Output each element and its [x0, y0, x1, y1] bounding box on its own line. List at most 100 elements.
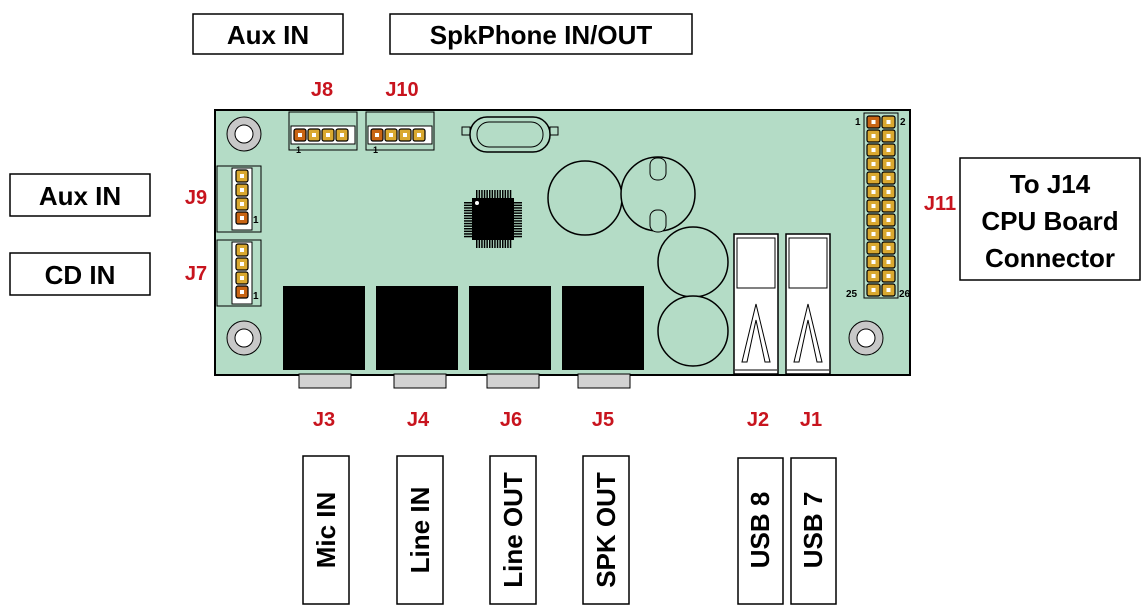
- ic-lead-left: [464, 217, 472, 220]
- usb-j1: [785, 233, 831, 375]
- j8-pin-center: [298, 133, 302, 137]
- ic-lead-top: [504, 190, 507, 198]
- j11-pin-center: [886, 260, 891, 264]
- ic-lead-top: [478, 190, 481, 198]
- label-j3: J3: [313, 409, 335, 431]
- ic-lead-bottom: [504, 240, 507, 248]
- j7-pin1-label: 1: [253, 291, 259, 302]
- j7-pin-center: [240, 248, 244, 252]
- ic-lead-right: [514, 207, 522, 209]
- j11-pin-center: [871, 260, 876, 264]
- j7-pin-center: [240, 262, 244, 266]
- ic-lead-left: [464, 204, 472, 207]
- right-label-line-3: Connector: [985, 243, 1115, 273]
- ic-lead-right: [514, 233, 522, 235]
- ic-lead-top: [507, 190, 509, 198]
- bottom-label-usb-8: USB 8: [737, 457, 784, 605]
- j11-pin-center: [886, 176, 891, 180]
- bottom-label-spk-out: SPK OUT: [582, 455, 630, 605]
- ic-lead-bottom: [502, 240, 504, 248]
- ic-chip: [464, 190, 522, 248]
- ic-lead-right: [514, 230, 522, 233]
- j8-pin-center: [326, 133, 330, 137]
- ic-lead-left: [464, 233, 472, 235]
- top-label-aux-in-text: Aux IN: [227, 20, 309, 50]
- connector-j10: 1: [365, 111, 435, 155]
- label-j10: J10: [385, 79, 418, 101]
- ic-lead-bottom: [507, 240, 509, 248]
- crystal-oscillator: [461, 116, 559, 153]
- left-label-cd-in-text: CD IN: [45, 260, 116, 290]
- j11-pin-center: [871, 204, 876, 208]
- j9-pin-center: [240, 174, 244, 178]
- j8-pin-center: [340, 133, 344, 137]
- ic-lead-top: [502, 190, 504, 198]
- bottom-label-usb-7-text: USB 7: [798, 492, 828, 569]
- ic-lead-left: [464, 220, 472, 222]
- j11-pin-center: [886, 246, 891, 250]
- ic-lead-right: [514, 212, 522, 214]
- label-j6: J6: [500, 409, 522, 431]
- ic-lead-right: [514, 215, 522, 217]
- ic-lead-right: [514, 217, 522, 220]
- j11-pin1-label: 1: [855, 117, 861, 128]
- j11-pin25-label: 25: [846, 289, 858, 300]
- connector-j9: 1: [216, 165, 262, 233]
- ic-lead-bottom: [476, 240, 478, 248]
- top-label-spkphone-text: SpkPhone IN/OUT: [430, 20, 653, 50]
- label-j9: J9: [185, 187, 207, 209]
- bottom-label-line-out-text: Line OUT: [498, 472, 528, 588]
- label-j2: J2: [747, 409, 769, 431]
- j8-pin1-label: 1: [296, 145, 301, 155]
- j10-pin-center: [403, 133, 407, 137]
- ic-lead-left: [464, 228, 472, 230]
- bottom-label-mic-in: Mic IN: [302, 455, 350, 605]
- usb-j2: [733, 233, 779, 375]
- j11-pin-center: [871, 176, 876, 180]
- capacitor-2: [620, 156, 696, 233]
- ic-lead-bottom: [491, 240, 494, 248]
- ic-lead-top: [476, 190, 478, 198]
- ic-lead-right: [514, 202, 522, 204]
- bottom-label-line-in-text: Line IN: [405, 487, 435, 574]
- j7-pin-center: [240, 276, 244, 280]
- capacitor-4: [657, 295, 729, 367]
- mount-hole-top-left: [226, 116, 262, 152]
- right-label-line-1: To J14: [1010, 169, 1091, 199]
- j11-pin-center: [886, 120, 891, 124]
- j11-pin-center: [886, 218, 891, 222]
- bottom-label-usb-7: USB 7: [790, 457, 837, 605]
- bottom-label-line-in: Line IN: [396, 455, 444, 605]
- mount-hole-bottom-right: [848, 320, 884, 356]
- left-label-aux-in-text: Aux IN: [39, 181, 121, 211]
- j10-pin-center: [375, 133, 379, 137]
- ic-lead-top: [509, 190, 512, 198]
- ic-lead-bottom: [478, 240, 481, 248]
- j10-pin-center: [417, 133, 421, 137]
- j11-pin-center: [886, 288, 891, 292]
- ic-lead-right: [514, 222, 522, 225]
- right-label-cpu-connector: To J14 CPU Board Connector: [959, 157, 1141, 281]
- j11-pin-center: [886, 232, 891, 236]
- j9-pin-center: [240, 188, 244, 192]
- j11-pin-center: [886, 190, 891, 194]
- ic-lead-right: [514, 220, 522, 222]
- j9-pin-center: [240, 216, 244, 220]
- j11-pin2-label: 2: [900, 117, 906, 128]
- capacitor-1: [547, 160, 623, 236]
- label-j4: J4: [407, 409, 430, 431]
- top-label-spkphone: SpkPhone IN/OUT: [389, 13, 693, 55]
- ic-lead-bottom: [496, 240, 499, 248]
- j7-pin-center: [240, 290, 244, 294]
- ic-lead-left: [464, 230, 472, 233]
- ic-lead-bottom: [509, 240, 512, 248]
- ic-lead-bottom: [483, 240, 486, 248]
- ic-lead-left: [464, 225, 472, 227]
- ic-lead-top: [491, 190, 494, 198]
- ic-lead-right: [514, 204, 522, 207]
- capacitor-3: [657, 226, 729, 298]
- ic-lead-bottom: [499, 240, 501, 248]
- connector-j7: 1: [216, 239, 262, 307]
- j11-pin26-label: 26: [899, 289, 911, 300]
- j11-pin-center: [871, 190, 876, 194]
